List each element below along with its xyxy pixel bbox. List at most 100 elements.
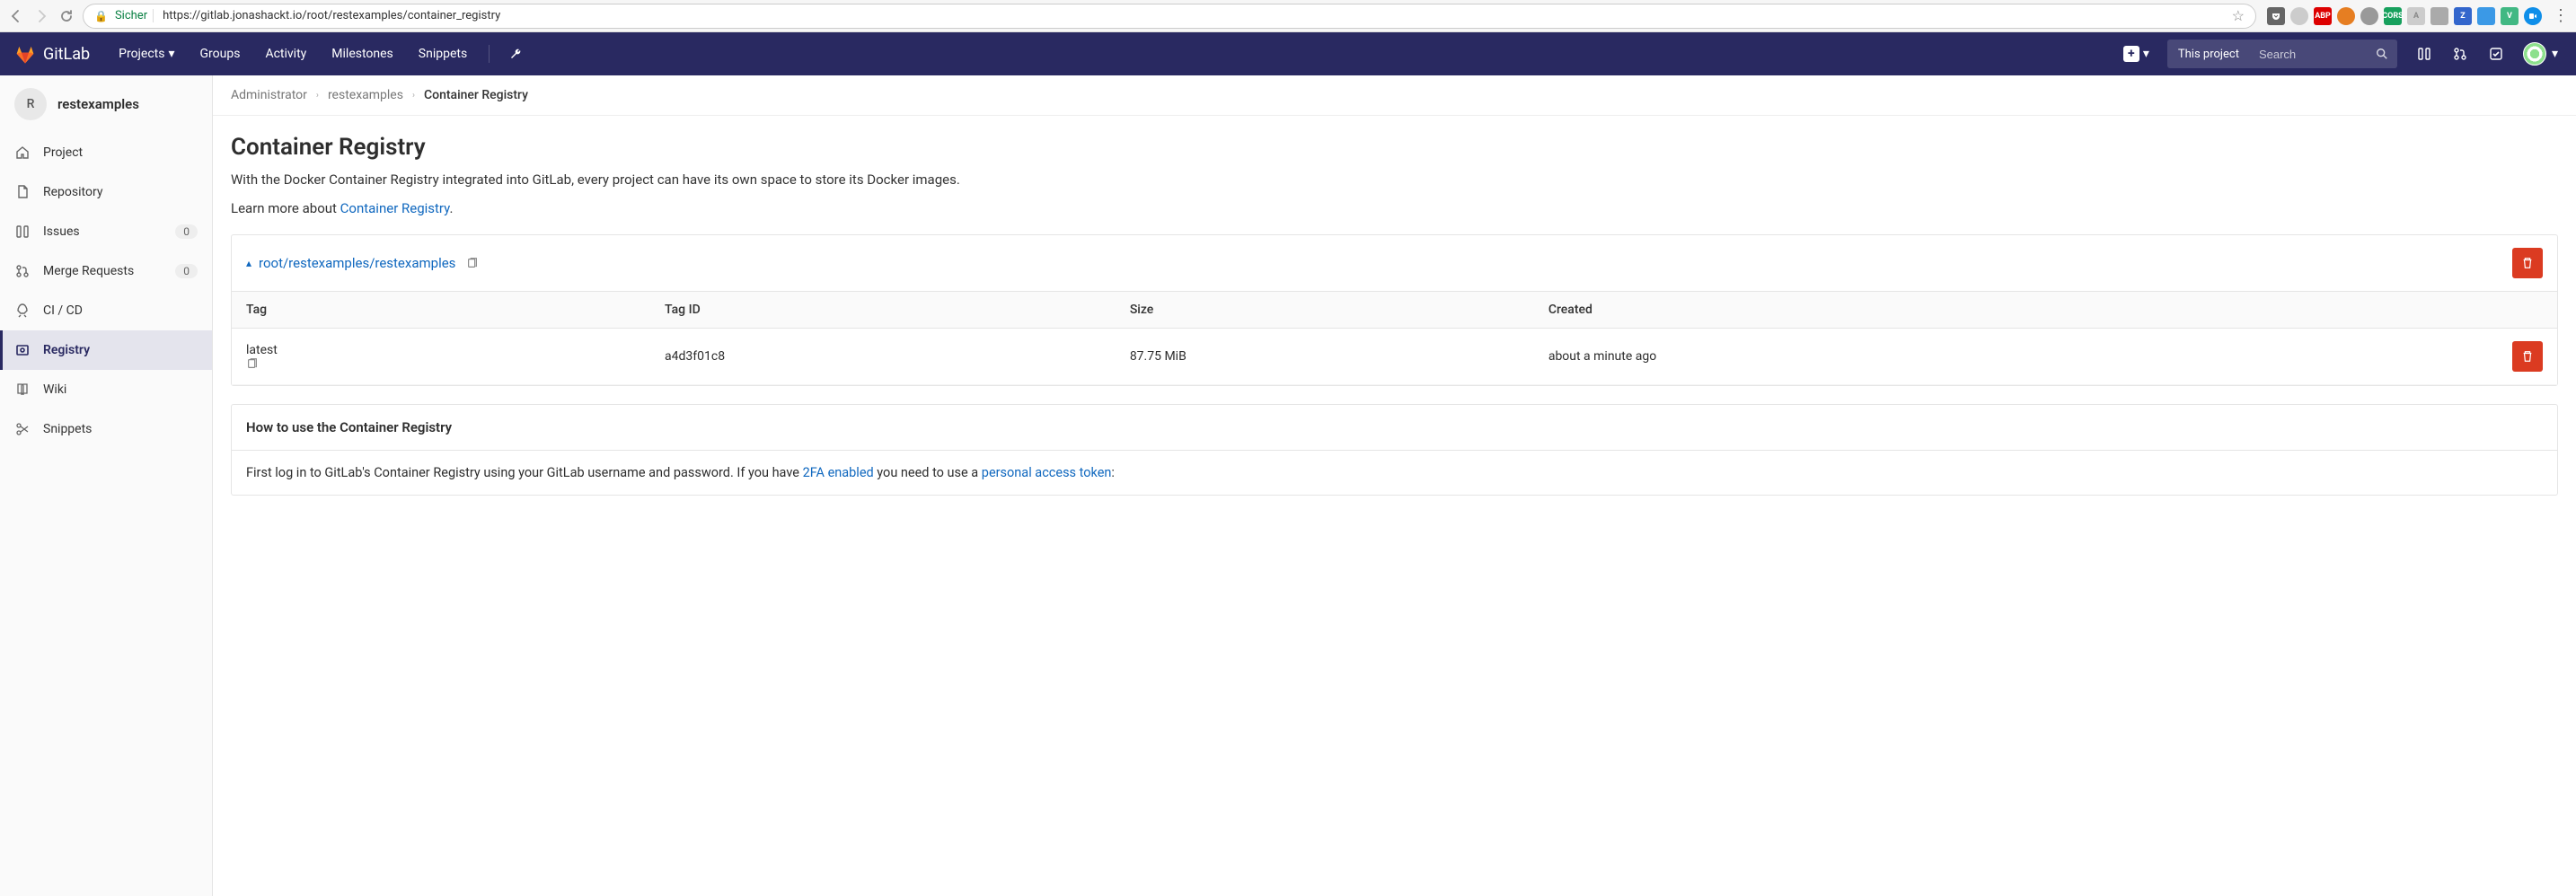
registry-header: ▴ root/restexamples/restexamples [232, 235, 2557, 291]
sidebar-item-repository[interactable]: Repository [0, 172, 212, 212]
copy-icon[interactable] [246, 357, 636, 370]
nav-projects[interactable]: Projects▾ [108, 32, 185, 75]
user-avatar [2523, 42, 2546, 66]
sidebar-item-merge-requests[interactable]: Merge Requests 0 [0, 251, 212, 291]
pat-link[interactable]: personal access token [982, 465, 1112, 480]
delete-tag-button[interactable] [2512, 341, 2543, 372]
chevron-right-icon: › [316, 91, 319, 101]
blue-ext-icon[interactable] [2477, 7, 2495, 25]
howto-body: First log in to GitLab's Container Regis… [232, 451, 2557, 495]
create-dropdown[interactable]: + ▾ [2116, 46, 2157, 62]
registry-table: Tag Tag ID Size Created latest a4d3f01c8… [232, 291, 2557, 385]
sidebar-item-wiki[interactable]: Wiki [0, 370, 212, 409]
nav-activity[interactable]: Activity [254, 32, 317, 75]
forward-button[interactable] [32, 7, 50, 25]
search-scope[interactable]: This project [2167, 48, 2250, 61]
address-bar[interactable]: 🔒 Sicher https://gitlab.jonashackt.io/ro… [83, 4, 2256, 29]
project-name: restexamples [57, 96, 139, 112]
breadcrumb-current: Container Registry [424, 88, 528, 102]
col-actions [2498, 292, 2557, 329]
copy-icon[interactable] [466, 257, 479, 269]
square-ext-icon[interactable] [2430, 7, 2448, 25]
sidebar-item-registry[interactable]: Registry [0, 330, 212, 370]
z-ext-icon[interactable]: Z [2454, 7, 2472, 25]
admin-wrench-icon[interactable] [500, 32, 533, 75]
sidebar-item-snippets[interactable]: Snippets [0, 409, 212, 449]
howto-title: How to use the Container Registry [232, 405, 2557, 451]
learn-more-link[interactable]: Container Registry [340, 200, 450, 216]
chevron-right-icon: › [412, 91, 415, 101]
registry-path-link[interactable]: root/restexamples/restexamples [259, 255, 455, 271]
user-menu[interactable]: ▾ [2516, 32, 2562, 75]
grey-ext-icon[interactable] [2290, 7, 2308, 25]
issues-icon [14, 224, 31, 240]
gitlab-logo[interactable]: GitLab [14, 43, 90, 65]
back-button[interactable] [7, 7, 25, 25]
sidebar-item-label: Registry [43, 343, 90, 357]
col-created: Created [1534, 292, 2498, 329]
breadcrumb-project[interactable]: restexamples [328, 88, 403, 102]
home-icon [14, 145, 31, 161]
pocket-ext-icon[interactable] [2267, 7, 2285, 25]
breadcrumb-admin[interactable]: Administrator [231, 88, 307, 102]
sidebar-item-cicd[interactable]: CI / CD [0, 291, 212, 330]
a-ext-icon[interactable]: A [2407, 7, 2425, 25]
chevron-up-icon[interactable]: ▴ [246, 257, 251, 269]
sidebar-project-header[interactable]: R restexamples [0, 75, 212, 133]
merge-requests-icon[interactable] [2444, 32, 2476, 75]
search-icon[interactable] [2367, 48, 2397, 60]
orange-ext-icon[interactable] [2337, 7, 2355, 25]
chrome-menu-icon[interactable]: ⋮ [2553, 6, 2569, 25]
search-group: This project [2167, 40, 2397, 68]
nav-separator [489, 45, 490, 63]
cell-size: 87.75 MiB [1116, 329, 1534, 385]
page-intro: With the Docker Container Registry integ… [231, 171, 2558, 188]
issues-count-badge: 0 [175, 224, 198, 239]
plus-icon: + [2123, 46, 2139, 62]
merge-icon [14, 263, 31, 279]
table-row: latest a4d3f01c8 87.75 MiB about a minut… [232, 329, 2557, 385]
cors-ext-icon[interactable]: CORS [2384, 7, 2402, 25]
cell-tagid: a4d3f01c8 [650, 329, 1116, 385]
sidebar-item-label: Issues [43, 224, 80, 239]
adblock-ext-icon[interactable]: ABP [2314, 7, 2332, 25]
chevron-down-icon: ▾ [168, 47, 174, 61]
zoom-ext-icon[interactable] [2524, 7, 2542, 25]
delete-registry-button[interactable] [2512, 248, 2543, 278]
twofa-link[interactable]: 2FA enabled [803, 465, 874, 480]
nav-groups[interactable]: Groups [190, 32, 251, 75]
bookmark-star-icon[interactable]: ☆ [2232, 7, 2245, 24]
sidebar-item-issues[interactable]: Issues 0 [0, 212, 212, 251]
secure-label: Sicher [115, 9, 154, 22]
todos-icon[interactable] [2480, 32, 2512, 75]
gitlab-brand-text: GitLab [43, 45, 90, 64]
nav-snippets[interactable]: Snippets [408, 32, 478, 75]
disk-icon [14, 342, 31, 358]
sidebar-item-label: Merge Requests [43, 264, 134, 278]
nav-milestones[interactable]: Milestones [321, 32, 404, 75]
col-tag: Tag [232, 292, 650, 329]
chevron-down-icon: ▾ [2143, 47, 2149, 61]
sidebar-item-label: CI / CD [43, 303, 83, 318]
vue-ext-icon[interactable]: V [2501, 7, 2519, 25]
sidebar-item-label: Repository [43, 185, 102, 199]
gitlab-icon [14, 43, 36, 65]
learn-more-line: Learn more about Container Registry. [231, 200, 2558, 216]
main-content: Administrator › restexamples › Container… [213, 75, 2576, 896]
sidebar-item-label: Wiki [43, 382, 66, 397]
sidebar-item-label: Snippets [43, 422, 92, 436]
scissors-icon [14, 421, 31, 437]
issues-icon[interactable] [2408, 32, 2440, 75]
tamper-ext-icon[interactable] [2360, 7, 2378, 25]
files-icon [14, 184, 31, 200]
col-tagid: Tag ID [650, 292, 1116, 329]
sidebar-item-label: Project [43, 145, 83, 160]
lock-icon: 🔒 [94, 10, 108, 22]
cell-tag: latest [232, 329, 650, 385]
cell-created: about a minute ago [1534, 329, 2498, 385]
breadcrumbs: Administrator › restexamples › Container… [213, 75, 2576, 116]
search-input[interactable] [2250, 48, 2367, 61]
reload-button[interactable] [57, 7, 75, 25]
sidebar-item-project[interactable]: Project [0, 133, 212, 172]
col-size: Size [1116, 292, 1534, 329]
